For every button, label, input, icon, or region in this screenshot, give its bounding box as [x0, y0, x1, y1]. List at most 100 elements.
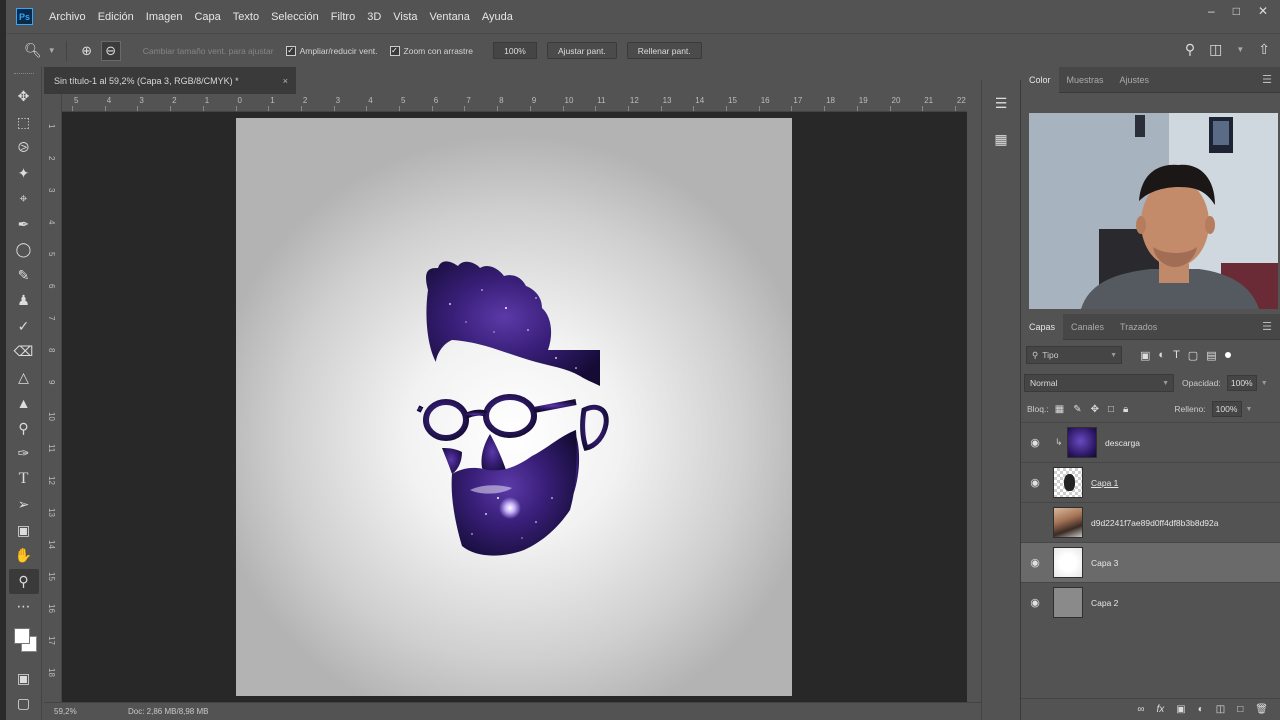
search-icon[interactable]: ⚲ [1185, 41, 1195, 58]
menu-vista[interactable]: Vista [393, 11, 417, 23]
layer-kind-filter[interactable]: ⚲ Tipo ▼ [1026, 346, 1122, 364]
lock-pixels-icon[interactable]: ✎ [1073, 404, 1081, 415]
layer-row[interactable]: ◉ Capa 1 [1021, 462, 1280, 502]
layer-name[interactable]: Capa 2 [1091, 598, 1118, 608]
zoom-in-button[interactable]: ⊕ [77, 41, 97, 61]
tab-muestras[interactable]: Muestras [1059, 67, 1112, 93]
document-tab[interactable]: Sin título-1 al 59,2% (Capa 3, RGB/8/CMY… [44, 67, 296, 94]
zoom-100-button[interactable]: 100% [492, 42, 537, 59]
status-zoom[interactable]: 59,2% [44, 707, 88, 716]
menu-texto[interactable]: Texto [233, 11, 259, 23]
pen-tool-icon[interactable]: ✑ [9, 441, 39, 467]
type-tool-icon[interactable]: T [9, 467, 39, 493]
history-panel-icon[interactable]: ☰ [989, 90, 1013, 116]
zoom-out-button[interactable]: ⊖ [100, 40, 121, 61]
type-filter-icon[interactable]: T [1173, 349, 1180, 362]
eye-icon[interactable]: ◉ [1021, 476, 1049, 489]
foreground-color-swatch[interactable] [13, 627, 30, 644]
eye-icon[interactable]: ◉ [1021, 596, 1049, 609]
zoom-all-windows-checkbox[interactable]: ✓ Ampliar/reducir vent. [285, 45, 378, 56]
vertical-ruler[interactable]: 1 2 3 4 5 6 7 8 9 10 11 12 13 14 15 16 17 18 [44, 94, 62, 702]
quick-mask-icon[interactable]: ▣ [9, 666, 39, 692]
maximize-button[interactable]: □ [1233, 4, 1240, 18]
sharpen-tool-icon[interactable]: ▲ [9, 390, 39, 416]
shape-tool-icon[interactable]: ▣ [9, 518, 39, 544]
filter-toggle-icon[interactable] [1224, 352, 1231, 358]
new-group-icon[interactable]: ◫ [1216, 704, 1225, 715]
link-layers-icon[interactable]: ∞ [1137, 704, 1144, 715]
vertical-scrollbar[interactable] [967, 94, 981, 702]
close-tab-icon[interactable]: × [283, 76, 288, 86]
lock-all-icon[interactable]: 🔒︎ [1123, 404, 1128, 415]
tab-color[interactable]: Color [1021, 66, 1059, 93]
color-swatches[interactable] [9, 626, 39, 660]
document-canvas[interactable] [236, 118, 792, 696]
properties-panel-icon[interactable]: ▦ [989, 126, 1013, 152]
fill-screen-button[interactable]: Rellenar pant. [626, 42, 702, 59]
minimize-button[interactable]: – [1208, 4, 1215, 18]
horizontal-ruler[interactable]: 5 4 3 2 1 0 1 2 3 4 5 6 7 8 9 10 11 12 13 14 15 16 17 18 19 20 21 2… [62, 94, 967, 112]
lock-transparency-icon[interactable]: ▦ [1055, 404, 1064, 415]
lock-artboard-icon[interactable]: □ [1108, 404, 1114, 415]
pixel-filter-icon[interactable]: ▣ [1140, 349, 1150, 362]
menu-ventana[interactable]: Ventana [430, 11, 470, 23]
smart-object-filter-icon[interactable]: ▤ [1206, 349, 1216, 362]
chevron-down-icon[interactable]: ▼ [1236, 45, 1244, 54]
eye-icon[interactable]: ◉ [1021, 556, 1049, 569]
new-layer-icon[interactable]: □ [1237, 704, 1243, 715]
menu-ayuda[interactable]: Ayuda [482, 11, 513, 23]
eye-icon[interactable]: ◉ [1021, 436, 1049, 449]
menu-imagen[interactable]: Imagen [146, 11, 183, 23]
paint-bucket-tool-icon[interactable]: △ [9, 365, 39, 391]
edit-toolbar-icon[interactable]: ⋯ [9, 594, 39, 620]
path-selection-tool-icon[interactable]: ➢ [9, 492, 39, 518]
panel-menu-icon[interactable]: ☰ [1262, 320, 1272, 333]
menu-3d[interactable]: 3D [367, 11, 381, 23]
eyedropper-tool-icon[interactable]: ✒ [9, 212, 39, 238]
dodge-tool-icon[interactable]: ⚲ [9, 416, 39, 442]
layer-row[interactable]: ◉ Capa 2 [1021, 582, 1280, 622]
brush-tool-icon[interactable]: ✎ [9, 263, 39, 289]
tool-preset-picker[interactable]: 🔍︎ ▼ [24, 42, 56, 59]
zoom-tool-icon[interactable]: ⚲ [8, 568, 39, 594]
trash-icon[interactable]: 🗑︎ [1255, 704, 1268, 715]
tab-trazados[interactable]: Trazados [1112, 314, 1165, 340]
clone-stamp-tool-icon[interactable]: ♟ [9, 288, 39, 314]
blend-mode-select[interactable]: Normal ▼ [1024, 374, 1174, 392]
chevron-down-icon[interactable]: ▼ [1261, 380, 1268, 387]
eye-hidden-icon[interactable]: ◉ [1021, 516, 1049, 529]
crop-tool-icon[interactable]: ⌖ [9, 186, 39, 212]
shape-filter-icon[interactable]: ▢ [1188, 349, 1198, 362]
lasso-tool-icon[interactable]: ⧁ [9, 135, 39, 161]
tab-ajustes[interactable]: Ajustes [1112, 67, 1158, 93]
adjustment-filter-icon[interactable]: ◐ [1158, 349, 1165, 362]
layer-style-icon[interactable]: fx [1157, 704, 1165, 715]
layer-name[interactable]: d9d2241f7ae89d0ff4df8b3b8d92a [1091, 518, 1218, 528]
history-brush-tool-icon[interactable]: ✓ [9, 314, 39, 340]
layer-row[interactable]: ◉ ↳ descarga [1021, 422, 1280, 462]
add-mask-icon[interactable]: ▣ [1176, 704, 1185, 715]
magic-wand-tool-icon[interactable]: ✦ [9, 161, 39, 187]
lock-position-icon[interactable]: ✥ [1091, 404, 1099, 415]
panel-menu-icon[interactable]: ☰ [1262, 73, 1272, 86]
screen-mode-icon[interactable]: ▢ [9, 691, 39, 717]
workspace-icon[interactable]: ◫ [1209, 41, 1222, 58]
close-window-button[interactable]: ✕ [1258, 4, 1268, 18]
menu-archivo[interactable]: Archivo [49, 11, 86, 23]
menu-edicion[interactable]: Edición [98, 11, 134, 23]
eraser-tool-icon[interactable]: ⌫ [9, 339, 39, 365]
fit-screen-button[interactable]: Ajustar pant. [546, 42, 617, 59]
move-tool-icon[interactable]: ✥ [9, 84, 39, 110]
adjustment-layer-icon[interactable]: ◐ [1198, 704, 1204, 715]
layer-row-selected[interactable]: ◉ Capa 3 [1021, 542, 1280, 582]
marquee-tool-icon[interactable]: ⬚ [9, 110, 39, 136]
opacity-field[interactable]: 100% [1226, 375, 1257, 391]
scrubby-zoom-checkbox[interactable]: ✓ Zoom con arrastre [389, 45, 473, 56]
toolbar-grip[interactable] [13, 73, 34, 76]
menu-seleccion[interactable]: Selección [271, 11, 319, 23]
menu-filtro[interactable]: Filtro [331, 11, 355, 23]
layer-name[interactable]: Capa 1 [1091, 478, 1118, 488]
chevron-down-icon[interactable]: ▼ [1246, 406, 1253, 413]
resize-windows-checkbox[interactable]: Cambiar tamaño vent. para ajustar [143, 46, 274, 56]
layer-row[interactable]: ◉ d9d2241f7ae89d0ff4df8b3b8d92a [1021, 502, 1280, 542]
